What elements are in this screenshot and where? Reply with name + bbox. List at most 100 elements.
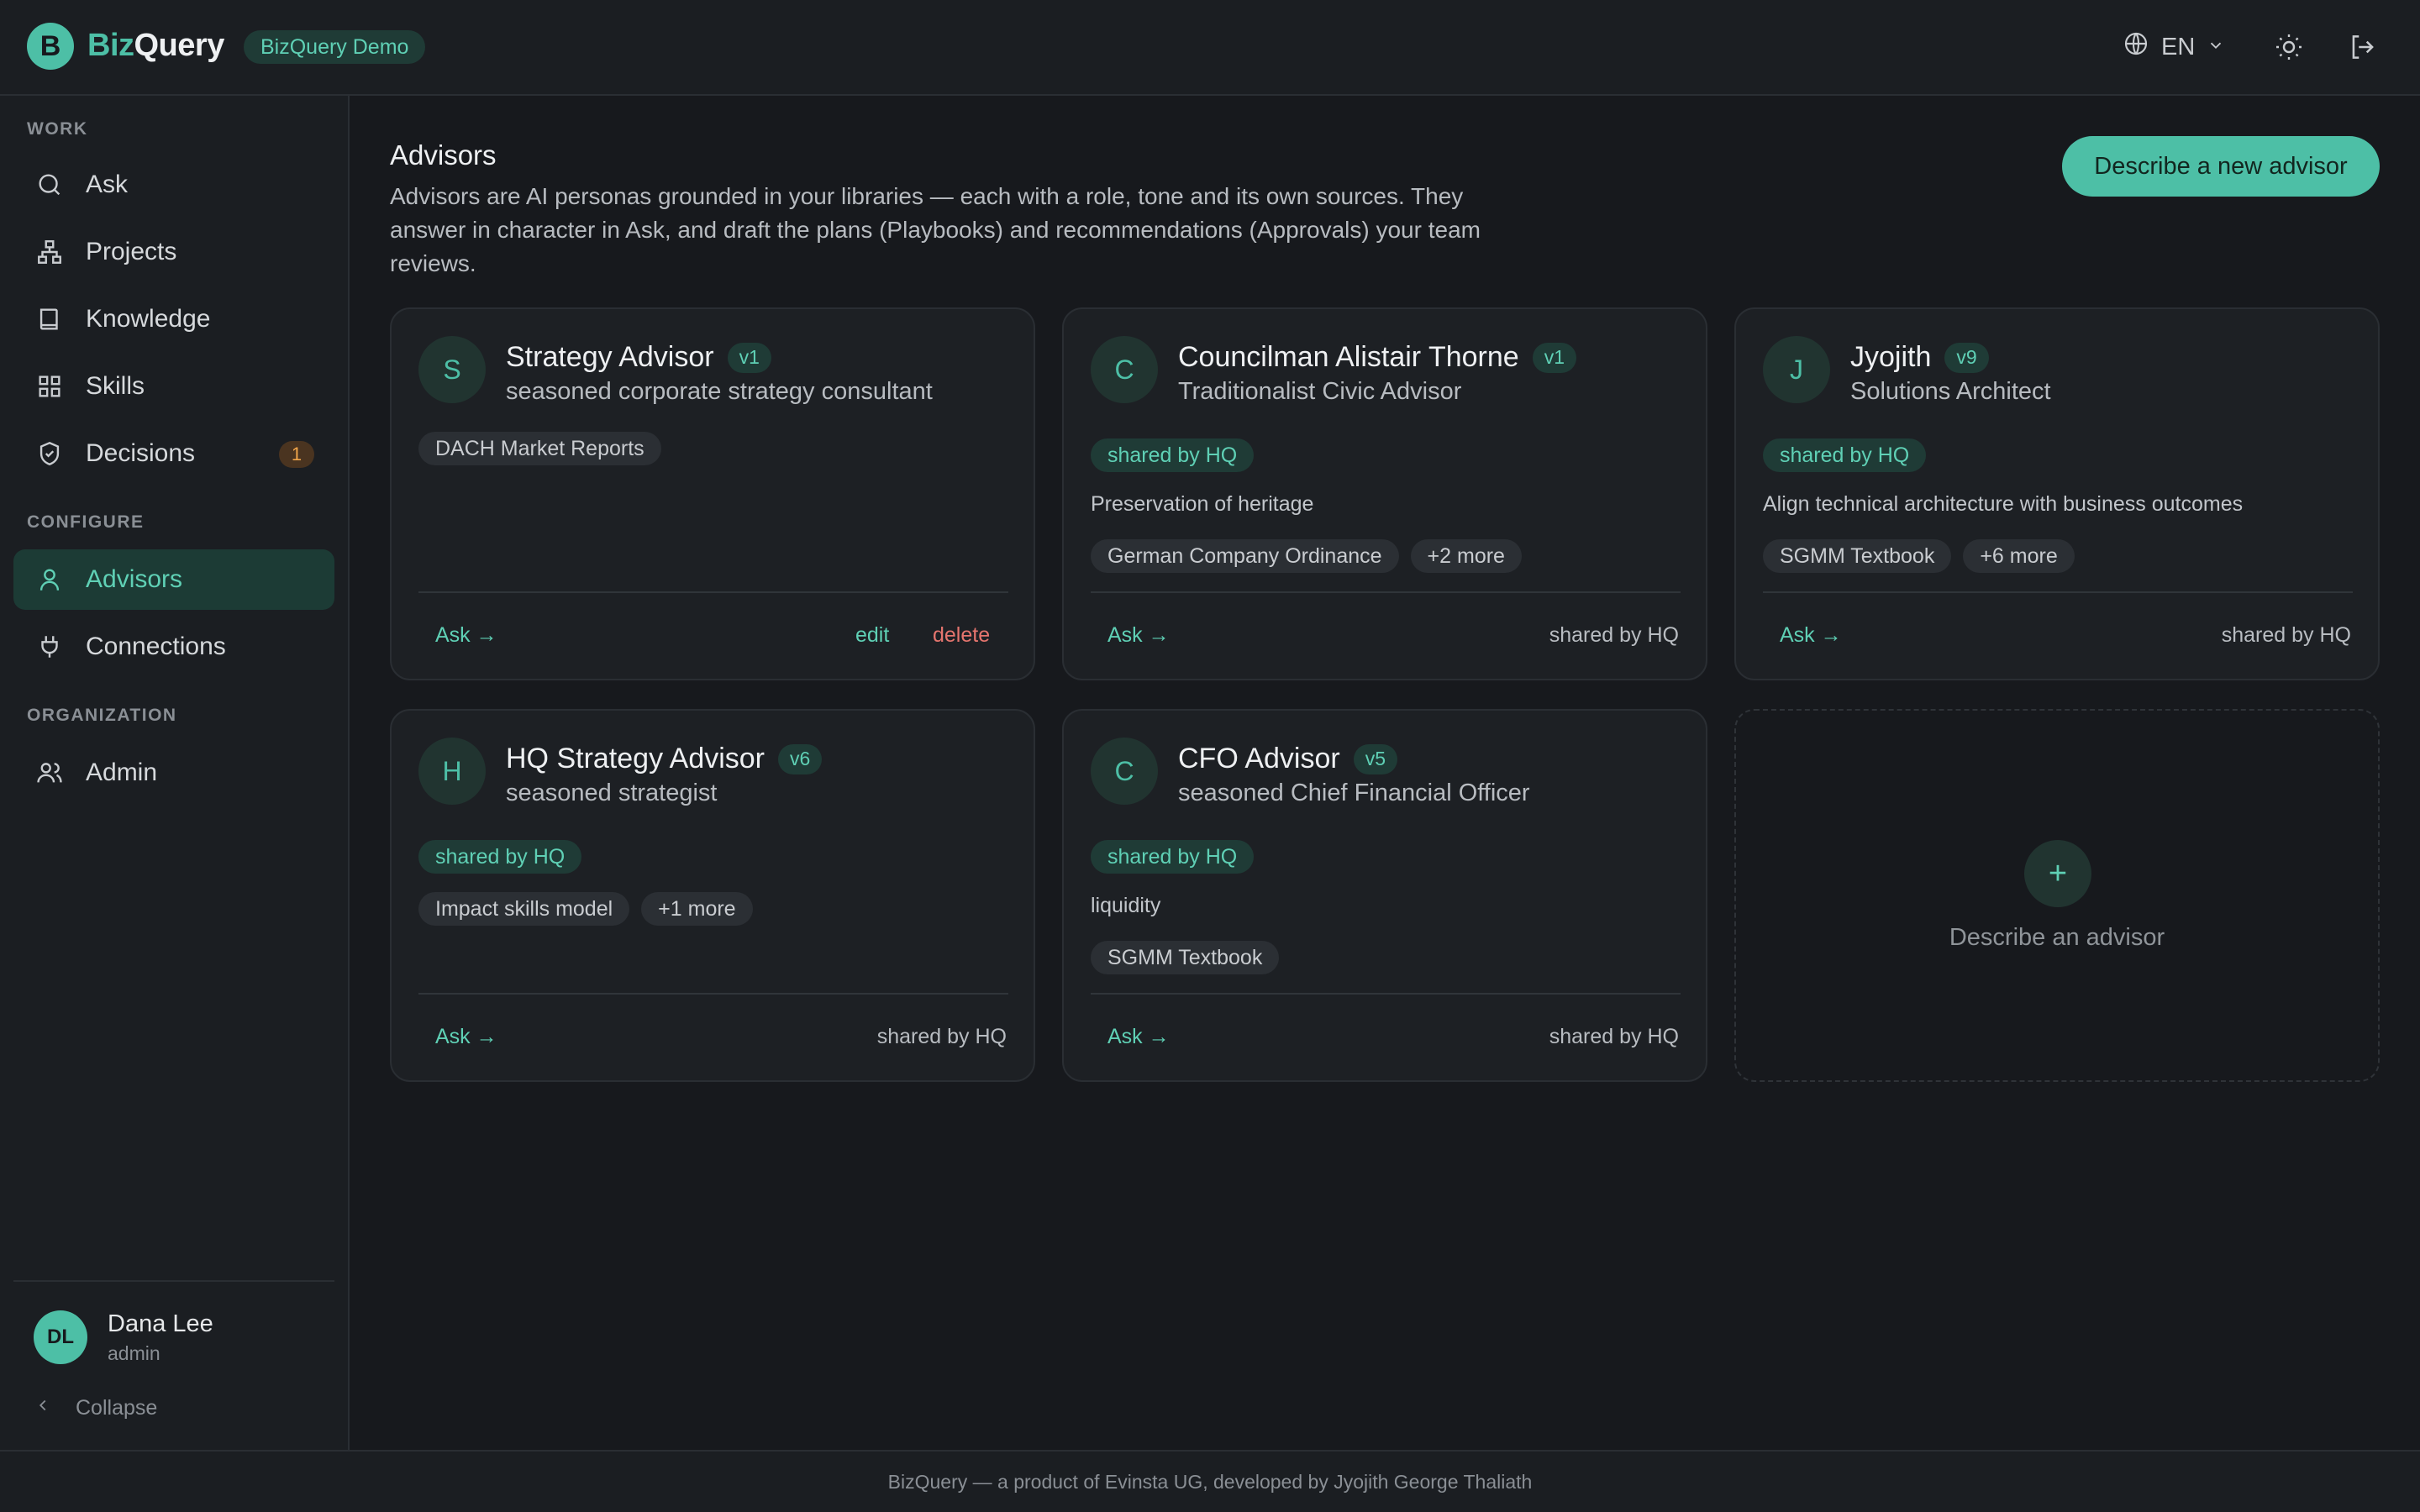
ask-link[interactable]: Ask → [435, 623, 497, 648]
source-pill: German Company Ordinance [1091, 539, 1399, 573]
collapse-button[interactable]: Collapse [34, 1396, 157, 1420]
sidebar-divider [13, 1280, 334, 1282]
sidebar-item-knowledge[interactable]: Knowledge [13, 289, 334, 349]
sidebar: WORK Ask Projects Knowledge Skills Decis… [0, 96, 350, 1450]
advisor-role: Traditionalist Civic Advisor [1178, 378, 1462, 405]
ask-link[interactable]: Ask → [435, 1025, 497, 1049]
advisor-role: Solutions Architect [1850, 378, 2051, 405]
advisor-focus: Preservation of heritage [1091, 492, 1314, 516]
advisor-card[interactable]: H HQ Strategy Advisor v6 seasoned strate… [390, 709, 1035, 1082]
shared-by-label: shared by HQ [876, 1025, 1007, 1048]
source-pill: SGMM Textbook [1763, 539, 1952, 573]
section-label-configure: CONFIGURE [27, 512, 145, 532]
advisor-avatar: J [1763, 336, 1830, 403]
sidebar-item-skills[interactable]: Skills [13, 356, 334, 417]
sidebar-item-label: Connections [86, 633, 226, 660]
card-divider [418, 993, 1008, 995]
source-pill: DACH Market Reports [418, 432, 661, 465]
shared-badge: shared by HQ [1091, 438, 1255, 472]
page-title: Advisors [390, 139, 497, 171]
advisor-focus: Align technical architecture with busine… [1763, 492, 2244, 516]
source-pill: SGMM Textbook [1091, 941, 1280, 974]
language-selector[interactable]: EN [2123, 30, 2225, 64]
sidebar-item-admin[interactable]: Admin [13, 743, 334, 803]
search-icon [34, 169, 66, 201]
workspace-badge: BizQuery Demo [244, 30, 426, 64]
chevron-left-icon [34, 1396, 52, 1420]
section-label-work: WORK [27, 119, 88, 139]
describe-advisor-card[interactable]: + Describe an advisor [1734, 709, 2380, 1082]
page-footer: BizQuery — a product of Evinsta UG, deve… [0, 1450, 2420, 1512]
card-divider [1763, 591, 2353, 593]
sidebar-item-ask[interactable]: Ask [13, 155, 334, 215]
user-icon [34, 564, 66, 596]
version-badge: v5 [1353, 743, 1398, 774]
sidebar-item-label: Knowledge [86, 305, 211, 333]
advisor-avatar: C [1091, 738, 1158, 805]
advisor-role: seasoned Chief Financial Officer [1178, 780, 1530, 806]
advisor-card[interactable]: S Strategy Advisor v1 seasoned corporate… [390, 307, 1035, 680]
collapse-label: Collapse [76, 1396, 158, 1420]
version-badge: v1 [727, 342, 771, 373]
card-divider [1091, 591, 1681, 593]
shared-badge: shared by HQ [1091, 840, 1255, 874]
shared-badge: shared by HQ [1763, 438, 1927, 472]
sidebar-item-label: Projects [86, 238, 177, 265]
shared-badge: shared by HQ [418, 840, 582, 874]
advisor-card[interactable]: J Jyojith v9 Solutions Architect shared … [1734, 307, 2380, 680]
ask-link[interactable]: Ask → [1780, 623, 1842, 648]
edit-link[interactable]: edit [855, 623, 889, 648]
hierarchy-icon [34, 236, 66, 268]
more-sources-pill[interactable]: +2 more [1410, 539, 1522, 573]
advisor-avatar: C [1091, 336, 1158, 403]
globe-icon [2123, 30, 2149, 64]
advisor-card[interactable]: C Councilman Alistair Thorne v1 Traditio… [1062, 307, 1707, 680]
logout-icon[interactable] [2344, 29, 2381, 66]
sidebar-item-decisions[interactable]: Decisions 1 [13, 423, 334, 484]
more-sources-pill[interactable]: +6 more [1963, 539, 2075, 573]
advisor-role: seasoned corporate strategy consultant [506, 378, 933, 405]
plug-icon [34, 631, 66, 663]
describe-new-advisor-button[interactable]: Describe a new advisor [2062, 136, 2380, 197]
advisor-name: CFO Advisor [1178, 743, 1340, 774]
language-label: EN [2161, 33, 2196, 60]
advisor-card[interactable]: C CFO Advisor v5 seasoned Chief Financia… [1062, 709, 1707, 1082]
version-badge: v9 [1944, 342, 1989, 373]
chevron-down-icon [2207, 34, 2225, 61]
advisor-avatar: H [418, 738, 486, 805]
avatar[interactable]: DL [34, 1310, 87, 1364]
advisor-role: seasoned strategist [506, 780, 718, 806]
page-description: Advisors are AI personas grounded in you… [390, 183, 1481, 276]
advisor-avatar: S [418, 336, 486, 403]
more-sources-pill[interactable]: +1 more [641, 892, 753, 926]
shared-by-label: shared by HQ [2221, 623, 2351, 647]
sun-icon[interactable] [2270, 29, 2307, 66]
shared-by-label: shared by HQ [1549, 623, 1679, 647]
plus-icon: + [2024, 840, 2091, 907]
advisor-name: HQ Strategy Advisor [506, 743, 765, 774]
ask-link[interactable]: Ask → [1107, 1025, 1170, 1049]
delete-link[interactable]: delete [933, 623, 990, 648]
shared-by-label: shared by HQ [1549, 1025, 1679, 1048]
describe-advisor-label: Describe an advisor [1949, 924, 2165, 951]
section-label-organization: ORGANIZATION [27, 706, 177, 725]
sidebar-item-advisors[interactable]: Advisors [13, 549, 334, 610]
ask-link[interactable]: Ask → [1107, 623, 1170, 648]
decisions-count-badge: 1 [279, 441, 314, 468]
app-logo-text[interactable]: BizQuery [87, 28, 224, 64]
card-divider [1091, 993, 1681, 995]
advisor-name: Councilman Alistair Thorne [1178, 341, 1519, 373]
advisor-name: Strategy Advisor [506, 341, 714, 373]
source-pill: Impact skills model [418, 892, 630, 926]
sidebar-item-label: Skills [86, 372, 145, 400]
top-bar: B BizQuery BizQuery Demo EN [0, 0, 2420, 96]
grid-icon [34, 370, 66, 402]
sidebar-item-label: Admin [86, 759, 158, 786]
sidebar-item-connections[interactable]: Connections [13, 617, 334, 677]
version-badge: v1 [1532, 342, 1576, 373]
shield-check-icon [34, 438, 66, 470]
version-badge: v6 [778, 743, 823, 774]
logo-icon[interactable]: B [27, 23, 74, 70]
book-icon [34, 303, 66, 335]
sidebar-item-projects[interactable]: Projects [13, 222, 334, 282]
